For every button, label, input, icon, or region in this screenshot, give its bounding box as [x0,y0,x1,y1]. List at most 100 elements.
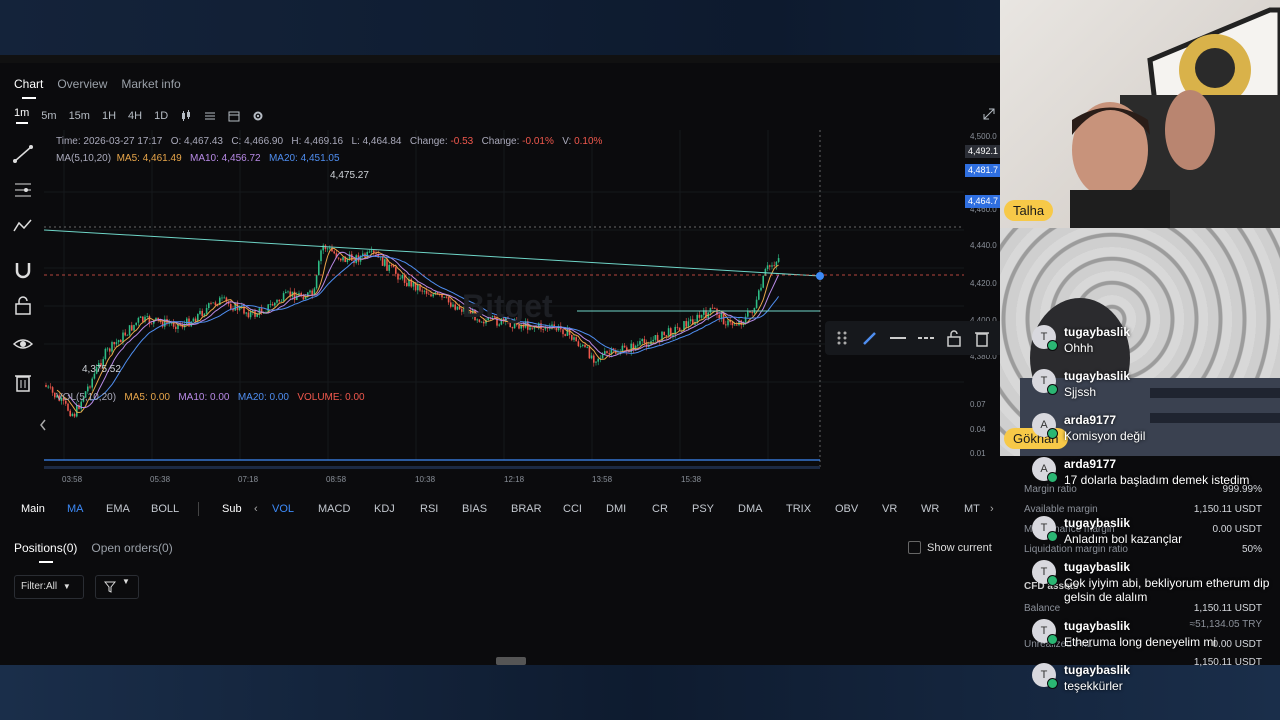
candle-body [753,307,756,314]
indicator-settings-icon[interactable] [204,110,216,122]
candle-body [531,327,533,329]
candle-body [588,346,591,359]
tab-open-orders[interactable]: Open orders(0) [91,541,172,555]
candle-body [606,351,608,354]
indicator-dmi[interactable]: DMI [606,503,626,515]
timeframe-1h[interactable]: 1H [102,110,116,122]
candle-body [192,318,195,322]
filter-dropdown[interactable]: Filter:All ▼ [14,575,84,599]
change-pct-label: Change: [481,136,520,147]
lock-icon[interactable] [12,295,34,317]
streamer-name-badge: Talha [1004,200,1054,221]
line-style-icon[interactable] [887,327,909,349]
indicator-macd[interactable]: MACD [318,503,350,515]
indicator-dma[interactable]: DMA [738,503,762,515]
gear-icon[interactable] [252,110,264,122]
indicator-vr[interactable]: VR [882,503,897,515]
candle-body [689,319,692,322]
candle-body [351,254,353,261]
time-axis-label: 12:18 [504,475,525,484]
indicator-ma[interactable]: MA [67,503,84,515]
drag-handle-icon[interactable] [831,327,853,349]
fib-lines-icon[interactable] [12,179,34,201]
tab-chart[interactable]: Chart [14,77,43,99]
avatar: A [1032,413,1058,439]
trendline-icon[interactable] [12,143,34,165]
indicator-cci[interactable]: CCI [563,503,582,515]
indicator-obv[interactable]: OBV [835,503,858,515]
indicator-cr[interactable]: CR [652,503,668,515]
candle-body [111,342,113,352]
trash-icon[interactable] [971,327,993,349]
ma-readout: MA(5,10,20) MA5: 4,461.49 MA10: 4,456.72… [56,153,340,164]
fullscreen-icon[interactable] [983,108,995,120]
indicator-vol[interactable]: VOL [272,503,294,515]
indicator-mt[interactable]: MT [964,503,980,515]
pattern-icon[interactable] [12,215,34,237]
candle-body [564,334,566,336]
vol-label: VOL(5,10,20) [56,392,117,403]
timeframe-5m[interactable]: 5m [41,110,56,122]
tab-market-info[interactable]: Market info [121,77,180,91]
indicator-trix[interactable]: TRIX [786,503,811,515]
indicator-rsi[interactable]: RSI [420,503,438,515]
candle-body [771,265,773,267]
indicator-kdj[interactable]: KDJ [374,503,395,515]
ohlc-low: L: 4,464.84 [351,136,402,147]
lock-icon[interactable] [943,327,965,349]
show-current-checkbox[interactable] [908,541,921,554]
candle-body [370,250,373,252]
indicator-ema[interactable]: EMA [106,503,130,515]
show-current-toggle[interactable]: Show current [908,541,992,554]
webcam-top-scene [1070,7,1280,228]
time-axis-label: 13:58 [592,475,613,484]
tab-positions[interactable]: Positions(0) [14,541,77,563]
candle-body [736,324,738,326]
line-dash-icon[interactable] [915,327,937,349]
candle-body [711,307,714,309]
candle-body [425,290,428,294]
indicator-psy[interactable]: PSY [692,503,714,515]
indicator-boll[interactable]: BOLL [151,503,179,515]
panel-resize-handle[interactable] [496,657,526,665]
trash-icon[interactable] [12,371,34,393]
crosshair-price-tag: 4,492.1 [965,145,1004,158]
chat-text: Sjjssh [1064,385,1097,399]
indicator-wr[interactable]: WR [921,503,939,515]
candle-body [454,304,456,310]
tab-overview[interactable]: Overview [57,77,107,91]
candlestick-icon[interactable] [180,109,192,122]
candle-body [573,337,575,340]
indicator-sub-label: Sub [222,503,242,515]
calendar-icon[interactable] [228,110,240,122]
ohlc-open: O: 4,467.43 [170,136,223,147]
peak-low-label: 4,375.52 [82,364,121,375]
candle-body [452,304,454,307]
candle-body [755,299,758,308]
ohlc-high: H: 4,469.16 [291,136,344,147]
volume-axis-label: 0.01 [970,449,986,458]
candle-body [395,267,397,274]
indicator-main-label: Main [21,503,45,515]
candle-body [285,291,287,294]
candle-body [760,287,762,291]
pencil-icon[interactable] [859,327,881,349]
eye-icon[interactable] [12,333,34,355]
chevron-left-icon[interactable]: ‹ [254,503,258,515]
filter-options-button[interactable]: ▼ [95,575,139,599]
candle-body [777,258,780,262]
chat-username: tugaybaslik [1064,560,1131,574]
indicator-bias[interactable]: BIAS [462,503,487,515]
chevron-right-icon[interactable]: › [990,503,994,515]
timeframe-1m[interactable]: 1m [14,107,29,124]
candle-body [542,329,544,331]
magnet-icon[interactable] [12,259,34,281]
timeframe-15m[interactable]: 15m [69,110,90,122]
candle-body [269,304,272,305]
candle-body [201,310,203,317]
timeframe-4h[interactable]: 4H [128,110,142,122]
bitget-watermark: Bitget [462,288,553,324]
timeframe-1d[interactable]: 1D [154,110,168,122]
candle-body [555,327,558,331]
indicator-brar[interactable]: BRAR [511,503,542,515]
